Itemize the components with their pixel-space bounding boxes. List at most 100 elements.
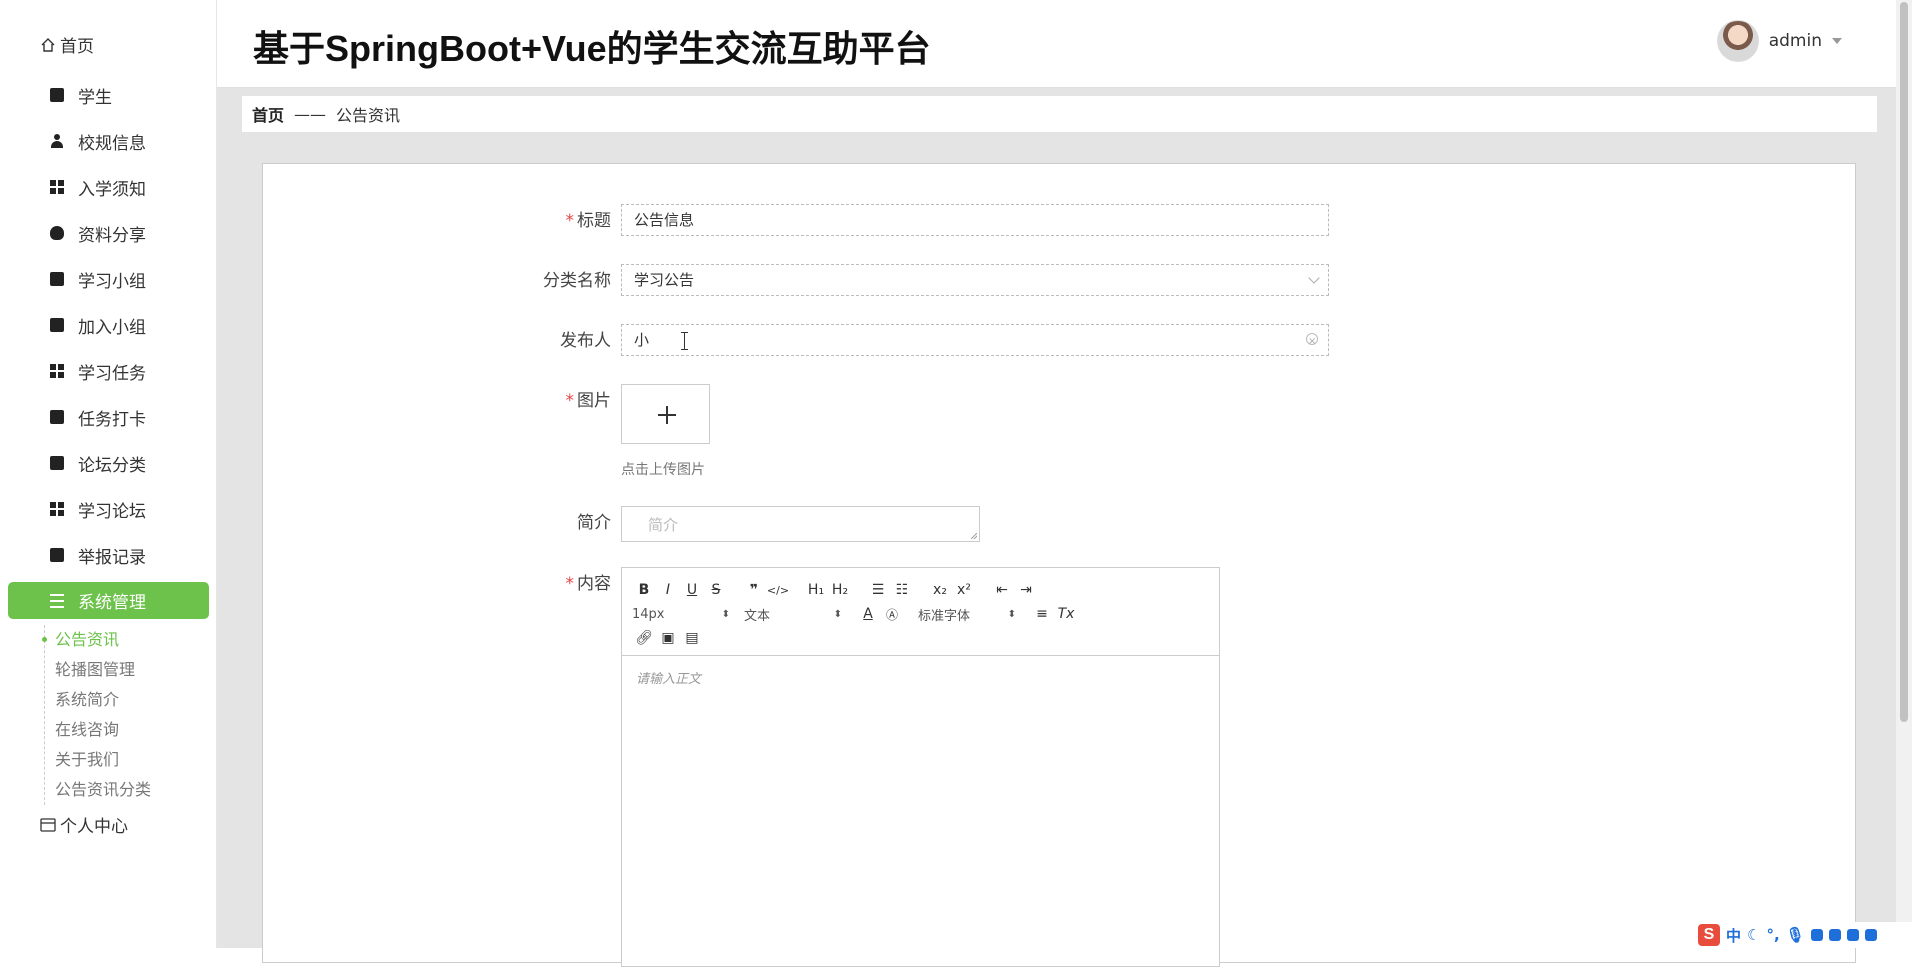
user-icon: [50, 134, 64, 148]
breadcrumb-home[interactable]: 首页: [252, 102, 284, 126]
grid-icon[interactable]: [1864, 929, 1877, 941]
font-color-icon[interactable]: A: [856, 606, 880, 622]
sidebar-item-admission[interactable]: 入学须知: [0, 164, 217, 210]
user-menu[interactable]: admin: [1716, 20, 1842, 62]
superscript-icon[interactable]: x²: [952, 582, 976, 598]
form-row-publisher: 发布人 小: [263, 324, 1329, 358]
form-card: *标题 公告信息 分类名称 学习公告 发布人 小 *图片: [262, 163, 1856, 967]
submenu-carousel[interactable]: 轮播图管理: [45, 655, 151, 685]
sidebar-item-rules[interactable]: 校规信息: [0, 118, 217, 164]
bold-icon[interactable]: B: [632, 582, 656, 598]
sidebar-item-study-groups[interactable]: 学习小组: [0, 256, 217, 302]
ime-language[interactable]: 中: [1726, 925, 1741, 946]
keyboard-icon[interactable]: [1810, 929, 1823, 941]
background-color-icon[interactable]: Ⓐ: [880, 606, 904, 623]
breadcrumb-separator: ——: [294, 104, 327, 124]
grid-icon: [50, 180, 64, 194]
sidebar-item-label: 学习小组: [78, 271, 146, 292]
sogou-logo-icon[interactable]: S: [1698, 924, 1720, 946]
sidebar: 首页 学生 校规信息 入学须知 资料分享 学习小组 加入小组 学习任务 任务打卡…: [0, 0, 217, 948]
align-icon[interactable]: ≡: [1030, 606, 1054, 622]
title-input[interactable]: 公告信息: [621, 204, 1329, 236]
subscript-icon[interactable]: x₂: [928, 582, 952, 598]
font-size-select[interactable]: 14px ⬍: [632, 607, 730, 622]
microphone-icon[interactable]: 🎙︎: [1786, 926, 1805, 944]
content-label: * 内容: [565, 574, 612, 594]
font-size-value: 14px: [632, 606, 665, 622]
publisher-label: 发布人: [560, 331, 611, 351]
submenu-announcements[interactable]: 公告资讯: [41, 625, 151, 655]
ordered-list-icon[interactable]: ☰: [866, 582, 890, 598]
rich-text-editor: B I U S ❞ </> H₁ H₂ ☰ ☷ x₂ x² ⇤ ⇥ 14px ⬍…: [621, 567, 1220, 967]
publisher-input[interactable]: 小: [621, 324, 1329, 357]
italic-icon[interactable]: I: [656, 582, 680, 598]
app-title: 基于SpringBoot+Vue的学生交流互助平台: [253, 28, 931, 69]
nav-home[interactable]: 首页: [40, 32, 94, 57]
sidebar-item-label: 学习论坛: [78, 501, 146, 522]
sidebar-item-label: 任务打卡: [78, 409, 146, 430]
avatar: [1716, 20, 1759, 62]
link-icon[interactable]: 🔗︎: [632, 630, 656, 646]
title-label: * 标题: [565, 211, 612, 231]
submenu-announcement-categories[interactable]: 公告资讯分类: [45, 775, 151, 805]
bulb-icon: [50, 226, 64, 240]
image-upload-button[interactable]: [621, 384, 710, 444]
image-icon[interactable]: ▣: [656, 630, 680, 646]
form-row-title: * 标题 公告信息: [263, 204, 1329, 238]
heading1-icon[interactable]: H₁: [804, 582, 828, 598]
briefcase-icon: [50, 272, 64, 286]
punctuation-icon[interactable]: °,: [1766, 926, 1779, 944]
underline-icon[interactable]: U: [680, 582, 704, 598]
font-family-select[interactable]: 标准字体 ⬍: [918, 605, 1016, 624]
clear-icon[interactable]: [1306, 327, 1318, 357]
nav-personal-center[interactable]: 个人中心: [40, 812, 128, 837]
video-icon[interactable]: ▤: [680, 630, 704, 646]
nav-list: 学生 校规信息 入学须知 资料分享 学习小组 加入小组 学习任务 任务打卡 论坛…: [0, 72, 217, 619]
sidebar-item-reports[interactable]: 举报记录: [0, 532, 217, 578]
shirt-icon[interactable]: [1846, 929, 1859, 941]
outdent-icon[interactable]: ⇤: [990, 582, 1014, 598]
main-area: 首页 —— 公告资讯 * 标题 公告信息 分类名称 学习公告 发布人 小 × *…: [217, 88, 1896, 967]
indent-icon[interactable]: ⇥: [1014, 582, 1038, 598]
caret-down-icon: [1832, 38, 1842, 44]
sidebar-item-students[interactable]: 学生: [0, 72, 217, 118]
bullet-list-icon[interactable]: ☷: [890, 582, 914, 598]
text-type-select[interactable]: 文本 ⬍: [744, 605, 842, 624]
list-icon: [50, 593, 64, 608]
publisher-value: 小: [634, 331, 650, 349]
form-row-image: * 图片: [263, 384, 710, 444]
text-cursor-icon: [681, 332, 688, 350]
scrollbar-thumb[interactable]: [1900, 2, 1908, 722]
clear-format-icon[interactable]: Tx: [1054, 606, 1078, 622]
page-scrollbar[interactable]: [1896, 0, 1912, 948]
sidebar-item-forum-categories[interactable]: 论坛分类: [0, 440, 217, 486]
strikethrough-icon[interactable]: S: [704, 582, 728, 598]
editor-toolbar: B I U S ❞ </> H₁ H₂ ☰ ☷ x₂ x² ⇤ ⇥ 14px ⬍…: [622, 568, 1219, 656]
sidebar-item-resources[interactable]: 资料分享: [0, 210, 217, 256]
submenu-consult[interactable]: 在线咨询: [45, 715, 151, 745]
code-icon[interactable]: </>: [766, 584, 790, 597]
heading2-icon[interactable]: H₂: [828, 582, 852, 598]
ime-toolbar: S 中 ☾ °, 🎙︎: [1692, 922, 1912, 948]
sidebar-item-label: 学习任务: [78, 363, 146, 384]
submenu-system-intro[interactable]: 系统简介: [45, 685, 151, 715]
sidebar-item-tasks[interactable]: 学习任务: [0, 348, 217, 394]
sidebar-item-checkin[interactable]: 任务打卡: [0, 394, 217, 440]
breadcrumb-current: 公告资讯: [336, 106, 401, 125]
intro-textarea[interactable]: 简介: [621, 506, 980, 542]
sidebar-item-label: 系统管理: [78, 593, 146, 613]
sidebar-item-system[interactable]: 系统管理: [8, 582, 209, 619]
user-icon[interactable]: [1828, 929, 1841, 941]
moon-icon[interactable]: ☾: [1747, 926, 1760, 944]
blockquote-icon[interactable]: ❞: [742, 582, 766, 598]
sidebar-item-forum[interactable]: 学习论坛: [0, 486, 217, 532]
home-icon: [41, 37, 55, 52]
sidebar-item-join-group[interactable]: 加入小组: [0, 302, 217, 348]
editor-content-area[interactable]: 请输入正文: [622, 656, 1219, 699]
font-family-value: 标准字体: [918, 608, 971, 624]
nav-home-label: 首页: [60, 37, 94, 57]
wallet-outline-icon: [40, 817, 56, 832]
sidebar-item-label: 校规信息: [78, 133, 146, 154]
submenu-about-us[interactable]: 关于我们: [45, 745, 151, 775]
category-select[interactable]: 学习公告: [621, 264, 1329, 296]
